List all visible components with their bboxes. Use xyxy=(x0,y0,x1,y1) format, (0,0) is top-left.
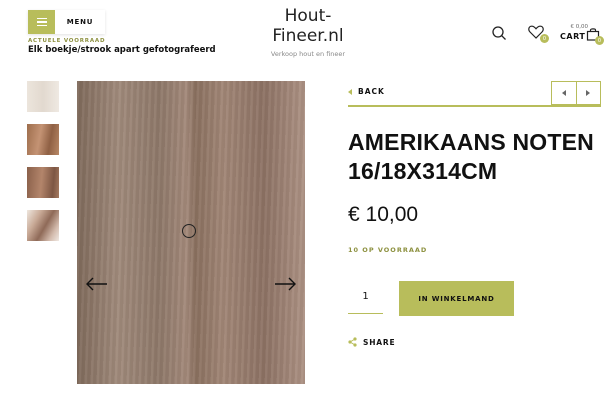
site-logo[interactable]: Hout- Fineer.nl Verkoop hout en fineer xyxy=(250,6,366,58)
caret-left-icon xyxy=(348,88,352,95)
gallery-thumbnail[interactable] xyxy=(27,81,59,112)
gallery-thumbnail[interactable] xyxy=(27,210,59,241)
arrow-left-icon[interactable] xyxy=(86,277,108,291)
share-icon xyxy=(348,337,357,347)
caret-left-icon xyxy=(561,90,566,96)
cart-count-badge: 0 xyxy=(595,36,604,45)
quantity-input[interactable]: 1 xyxy=(348,280,383,314)
caret-right-icon xyxy=(586,90,591,96)
product-price: € 10,00 xyxy=(348,203,419,226)
wishlist-count-badge: 0 xyxy=(540,34,549,43)
product-title-line-1: AMERIKAANS NOTEN xyxy=(348,129,594,155)
share-label: SHARE xyxy=(363,337,396,347)
product-title-line-2: 16/18X314CM xyxy=(348,158,498,184)
next-product-button[interactable] xyxy=(575,82,601,104)
arrow-right-icon[interactable] xyxy=(274,277,296,291)
search-icon xyxy=(492,26,506,40)
promo-subtitle: ACTUELE VOORRAAD xyxy=(28,38,106,44)
back-link[interactable]: BACK xyxy=(348,87,385,96)
menu-button[interactable]: MENU xyxy=(28,10,105,34)
hamburger-icon xyxy=(28,10,55,34)
promo-title[interactable]: Elk boekje/strook apart gefotografeerd xyxy=(28,45,216,55)
product-image[interactable] xyxy=(77,81,305,384)
menu-label: MENU xyxy=(66,18,94,26)
logo-tagline: Verkoop hout en fineer xyxy=(270,50,346,58)
gallery-thumbnail[interactable] xyxy=(27,167,59,198)
back-label: BACK xyxy=(358,87,385,96)
product-pager xyxy=(551,81,601,105)
gallery-thumbnail[interactable] xyxy=(27,124,59,155)
cart-label: CART xyxy=(560,32,586,41)
logo-line-1: Hout- xyxy=(284,6,332,26)
share-button[interactable]: SHARE xyxy=(348,337,395,347)
divider xyxy=(348,105,601,107)
previous-product-button[interactable] xyxy=(552,82,576,104)
cart-button[interactable]: € 0,00 CART 0 xyxy=(558,24,610,46)
wishlist-button[interactable]: 0 xyxy=(528,24,550,44)
product-title: AMERIKAANS NOTEN 16/18X314CM xyxy=(348,128,608,186)
zoom-cursor-icon xyxy=(182,224,196,238)
add-to-cart-button[interactable]: IN WINKELMAND xyxy=(399,281,514,316)
logo-line-2: Fineer.nl xyxy=(272,26,344,46)
stock-status: 10 OP VOORRAAD xyxy=(348,246,428,254)
search-button[interactable] xyxy=(491,25,507,41)
